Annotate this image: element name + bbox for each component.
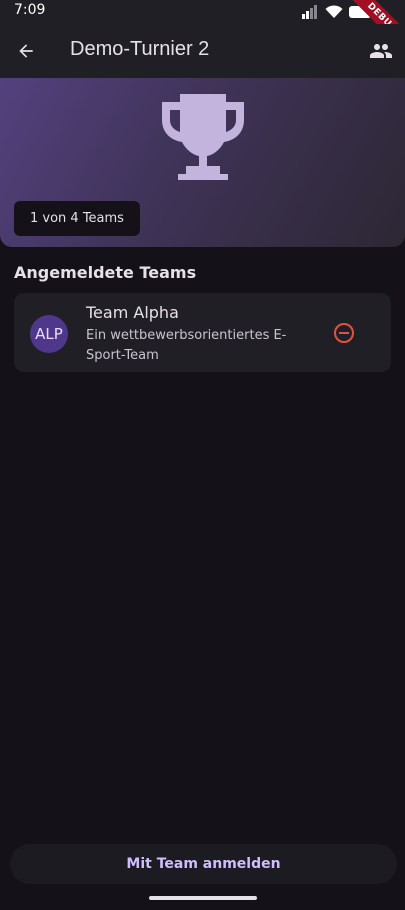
team-count-chip: 1 von 4 Teams — [14, 201, 140, 236]
avatar: ALP — [30, 315, 68, 353]
register-team-button[interactable]: Mit Team anmelden — [10, 844, 397, 884]
wifi-icon — [325, 5, 343, 18]
signal-icon — [302, 5, 317, 19]
section-title: Angemeldete Teams — [14, 263, 197, 282]
trophy-icon — [162, 94, 244, 180]
people-icon — [370, 44, 392, 58]
back-button[interactable] — [12, 37, 40, 65]
status-time: 7:09 — [14, 2, 46, 18]
arrow-left-icon — [19, 44, 33, 58]
team-name: Team Alpha — [86, 303, 179, 322]
participants-button[interactable] — [367, 37, 395, 65]
home-indicator[interactable] — [149, 896, 257, 900]
list-item[interactable]: ALP Team Alpha Ein wettbewerbsorientiert… — [14, 293, 391, 372]
remove-circle-icon — [334, 323, 354, 343]
remove-team-button[interactable] — [332, 321, 356, 345]
status-bar: 7:09 DEBUG — [0, 0, 405, 56]
team-description: Ein wettbewerbsorientiertes E-Sport-Team — [86, 328, 287, 363]
app-bar: Demo-Turnier 2 — [0, 24, 405, 78]
page-title: Demo-Turnier 2 — [70, 38, 210, 60]
